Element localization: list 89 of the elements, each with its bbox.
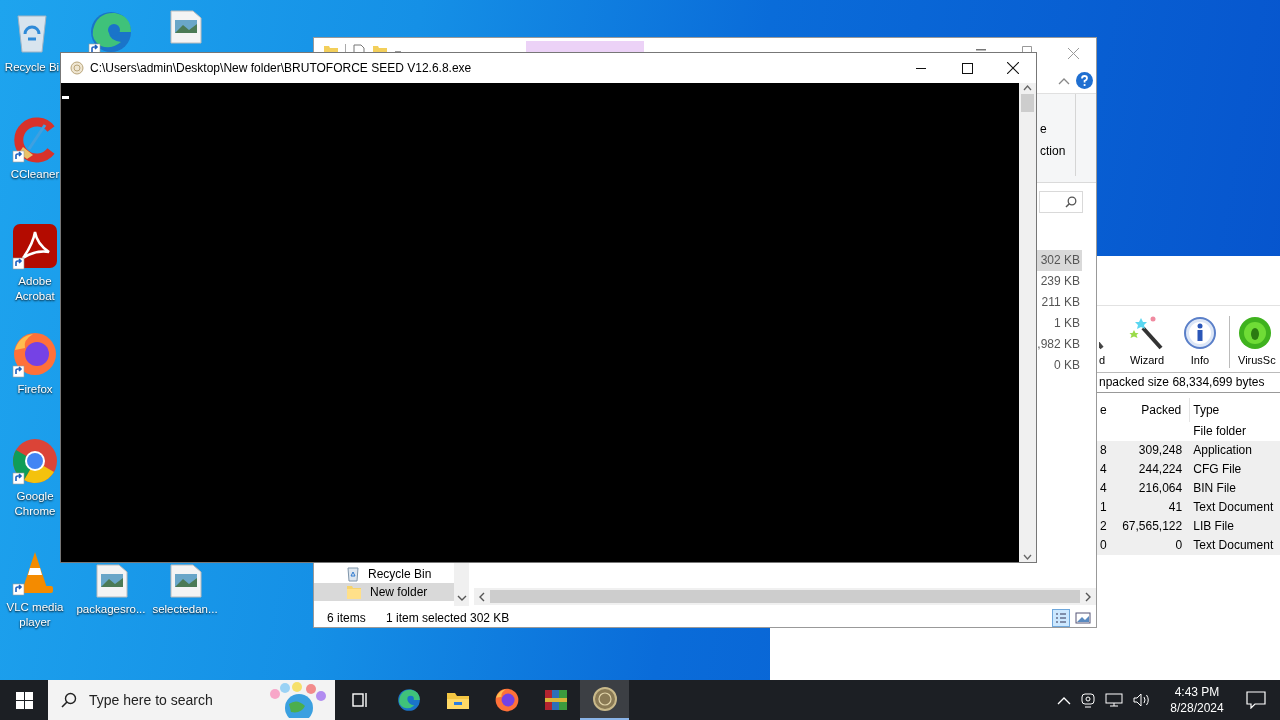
vertical-scrollbar[interactable] (1019, 83, 1036, 562)
webcam-icon[interactable] (1081, 692, 1095, 708)
table-cell-text: File folder (1192, 423, 1247, 440)
recycle-bin-icon (346, 566, 360, 582)
collapse-ribbon-icon[interactable] (1058, 76, 1070, 85)
table-cell-text: 4 (1099, 480, 1107, 497)
network-icon[interactable] (1105, 692, 1123, 708)
size-cell-text: ,982 KB (1036, 336, 1081, 353)
icon-label: Firefox (16, 382, 54, 397)
icon-label: packagesro... (75, 602, 147, 617)
table-cell-text: 41 (1167, 499, 1184, 516)
browser-icon[interactable] (11, 437, 59, 485)
nav-item[interactable]: Recycle Bin (314, 565, 454, 583)
table-cell-text: 244,224 (1137, 461, 1184, 478)
ribbon-label[interactable]: e (1040, 118, 1075, 140)
ribbon-label[interactable]: ction (1040, 140, 1075, 162)
chevron-up-icon[interactable] (1057, 695, 1071, 705)
maximize-icon (1022, 46, 1032, 53)
table-cell-text: Text Document (1192, 537, 1275, 554)
icon-label: Adobe Acrobat (14, 274, 56, 304)
horizontal-scrollbar[interactable] (474, 588, 1096, 605)
scroll-left-icon[interactable] (478, 591, 486, 602)
table-cell-text: 0 (1174, 537, 1184, 554)
task-view-icon (349, 690, 370, 710)
toolbar-button[interactable]: Info (1175, 306, 1225, 372)
table-cell-text: BIN File (1192, 480, 1237, 497)
help-icon[interactable] (1076, 72, 1093, 89)
seal-icon (70, 61, 84, 75)
maximize-icon (961, 62, 973, 74)
clock[interactable]: 4:43 PM 8/28/2024 (1162, 684, 1232, 716)
status-text: 6 items (327, 610, 367, 625)
folder-icon (346, 584, 362, 600)
close-icon (1067, 47, 1079, 59)
pdf-app-icon[interactable] (11, 222, 59, 270)
magic-wand-icon (1129, 314, 1165, 350)
search-field[interactable]: Type here to search (48, 680, 335, 720)
seal-icon (591, 686, 618, 712)
table-cell-text: 8 (1099, 442, 1107, 459)
search-icon (61, 692, 77, 708)
browser-icon (493, 687, 520, 713)
table-cell-text: 1 (1099, 499, 1107, 516)
size-cell-text: 1 KB (1053, 315, 1081, 332)
browser-icon (395, 687, 422, 713)
ribbon-tab[interactable] (526, 41, 644, 53)
toolbar-button[interactable]: VirusSc (1236, 306, 1280, 372)
icon-label: selectedan... (151, 602, 219, 617)
table-cell-text: 216,064 (1137, 480, 1184, 497)
search-input[interactable]: Type here to search (89, 692, 249, 708)
speaker-icon[interactable] (1133, 692, 1151, 708)
table-cell-text: 2 (1099, 518, 1107, 535)
table-cell-text: Application (1192, 442, 1253, 459)
scroll-down-icon[interactable] (1023, 554, 1032, 560)
minimize-icon (916, 67, 926, 69)
info-icon (1183, 316, 1217, 350)
column-header[interactable]: Type (1190, 398, 1280, 422)
toolbar-button[interactable]: Wizard (1119, 306, 1175, 372)
table-cell-text: Text Document (1192, 499, 1275, 516)
icon-label: VLC media player (5, 600, 65, 630)
table-cell-text: 0 (1099, 537, 1107, 554)
browser-icon[interactable] (11, 330, 59, 378)
nav-item[interactable]: New folder (314, 583, 454, 601)
size-cell-text: 211 KB (1040, 294, 1081, 311)
scroll-down-icon[interactable] (456, 595, 467, 602)
window-title: C:\Users\admin\Desktop\New folder\BRUTOFORCE SEED V12.6.8.exe (90, 61, 472, 75)
status-text: 1 item selected (386, 610, 468, 625)
size-cell-text: 0 KB (1053, 357, 1081, 374)
icon-label: Google Chrome (13, 489, 57, 519)
table-cell-text: 309,248 (1137, 442, 1184, 459)
table-cell-text: 4 (1099, 461, 1107, 478)
taskbar-app[interactable] (580, 680, 629, 720)
close-icon (1007, 62, 1019, 74)
size-cell-text: 239 KB (1039, 273, 1081, 290)
speech-bubble-icon (1246, 691, 1266, 709)
scroll-thumb[interactable] (1021, 94, 1034, 112)
details-view-icon[interactable] (1052, 608, 1070, 627)
table-cell-text: LIB File (1192, 518, 1235, 535)
status-text: 302 KB (470, 610, 510, 625)
icon-label: Recycle Bi (3, 60, 61, 75)
archive-books-icon (542, 687, 569, 713)
search-field[interactable] (1039, 191, 1083, 213)
scroll-up-icon[interactable] (1023, 85, 1032, 91)
column-header[interactable]: e (1099, 398, 1107, 422)
windows-logo-icon (15, 691, 33, 709)
column-header[interactable]: Packed (1106, 398, 1191, 422)
search-icon (1065, 196, 1077, 208)
table-cell-text: CFG File (1192, 461, 1243, 478)
table-cell-text: 67,565,122 (1121, 518, 1184, 535)
scroll-right-icon[interactable] (1084, 591, 1092, 602)
icon-label: CCleaner (9, 167, 61, 182)
